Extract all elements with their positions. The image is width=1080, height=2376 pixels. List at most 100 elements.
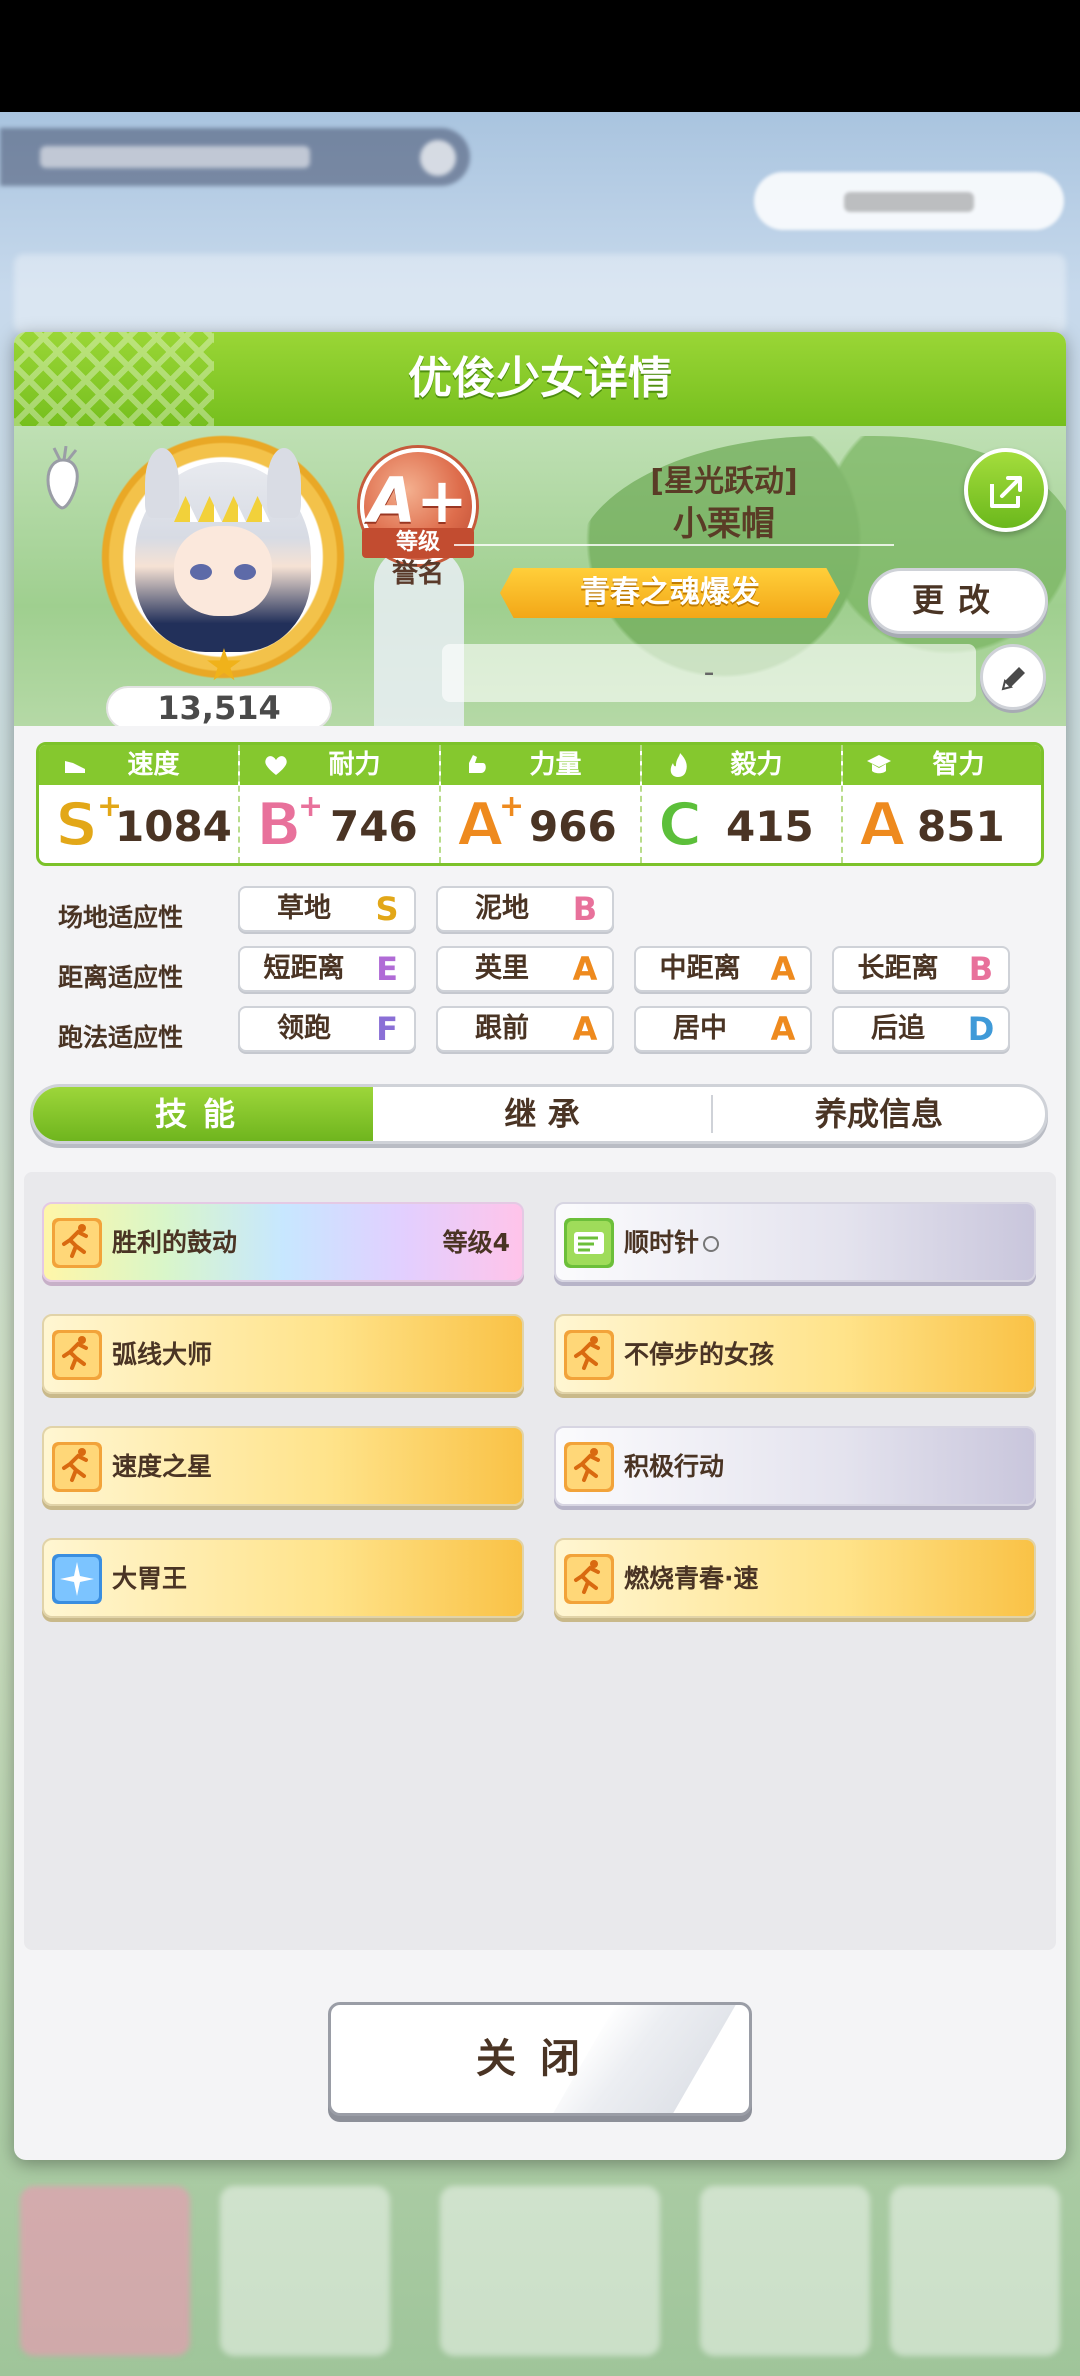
runner-skill-icon: [52, 1330, 102, 1380]
skill-name: 顺时针: [624, 1204, 720, 1282]
aptitude-grade: B: [968, 950, 994, 988]
skill-card[interactable]: 胜利的鼓动 等级4: [42, 1202, 524, 1282]
carrot-icon[interactable]: [40, 446, 86, 512]
pencil-icon: [1001, 667, 1025, 691]
style-aptitude-label: 跑法适应性: [58, 1023, 184, 1052]
runner-skill-icon: [564, 1442, 614, 1492]
share-icon: [990, 476, 1022, 508]
stat-guts: 毅力 C 415: [642, 745, 843, 863]
background-button: [754, 172, 1064, 230]
aptitude-late-surger: 居中 A: [634, 1006, 812, 1052]
stat-value: 851: [917, 802, 1005, 851]
aptitude-grade: A: [572, 1010, 598, 1048]
skill-name: 积极行动: [624, 1452, 725, 1481]
aptitude-turf: 草地 S: [238, 886, 416, 932]
character-name: 小栗帽: [673, 504, 775, 544]
profile-hero: ★ 13,514 A+ 等级 誉名 [星光跃动] 小栗帽 青春之魂爆发 更改 -: [14, 426, 1066, 726]
costume-title: [星光跃动]: [650, 464, 798, 499]
epithet-banner: 青春之魂爆发: [500, 568, 840, 618]
tab-training-info[interactable]: 养成信息: [713, 1087, 1045, 1141]
runner-skill-icon: [564, 1330, 614, 1380]
circle-icon: [703, 1236, 720, 1252]
stat-value: 746: [330, 802, 418, 851]
aptitude-pace-chaser: 跟前 A: [436, 1006, 614, 1052]
stat-label: 耐力: [328, 750, 381, 780]
skill-name: 燃烧青春·速: [624, 1564, 759, 1593]
runner-skill-icon: [564, 1554, 614, 1604]
aptitude-name: 领跑: [277, 1013, 331, 1044]
skill-card[interactable]: 弧线大师: [42, 1314, 524, 1394]
background-bottom-menu: [0, 2150, 1080, 2376]
aptitude-grade: B: [572, 890, 598, 928]
skill-card[interactable]: 积极行动: [554, 1426, 1036, 1506]
skill-card[interactable]: 大胃王: [42, 1538, 524, 1618]
skill-name: 速度之星: [112, 1452, 213, 1481]
skill-card[interactable]: 燃烧青春·速: [554, 1538, 1036, 1618]
aptitude-name: 短距离: [263, 953, 345, 984]
aptitude-end-closer: 后追 D: [832, 1006, 1010, 1052]
distance-aptitude-label: 距离适应性: [58, 963, 184, 992]
stat-label: 毅力: [730, 750, 783, 780]
status-bar: [0, 0, 1080, 112]
aptitude-grade: A: [572, 950, 598, 988]
skill-card[interactable]: 速度之星: [42, 1426, 524, 1506]
aptitude-name: 长距离: [857, 953, 939, 984]
turn-skill-icon: [564, 1218, 614, 1268]
runner-skill-icon: [52, 1442, 102, 1492]
stat-label: 智力: [932, 750, 985, 780]
aptitude-grade: A: [770, 1010, 796, 1048]
stat-speed: 速度 S + 1084: [39, 745, 240, 863]
right-eye: [234, 564, 256, 580]
evaluation-score: 13,514: [106, 686, 332, 726]
stat-grade: C: [657, 790, 703, 860]
aptitude-name: 后追: [871, 1013, 925, 1044]
change-button[interactable]: 更改: [868, 568, 1048, 634]
stat-power: 力量 A + 966: [441, 745, 642, 863]
skill-level: 等级4: [442, 1228, 510, 1257]
stats-table: 速度 S + 1084 耐力 B + 746 力量 A + 966 毅力 C 4…: [36, 742, 1044, 866]
background-message-pill: [0, 128, 470, 186]
panel-title: 优俊少女详情: [408, 353, 672, 404]
comment-field: -: [442, 644, 976, 702]
star-icon: ★: [204, 640, 244, 691]
aptitude-mile: 英里 A: [436, 946, 614, 992]
stat-grade-plus: +: [499, 789, 525, 824]
rank-grade: A+: [368, 464, 468, 537]
runner-skill-icon: [52, 1218, 102, 1268]
skill-card[interactable]: 不停步的女孩: [554, 1314, 1036, 1394]
skill-name: 胜利的鼓动: [112, 1228, 238, 1257]
character-detail-panel: 优俊少女详情 ★ 13,514 A+ 等级 誉名 [星光跃动] 小栗帽 青春之魂…: [14, 332, 1066, 2160]
aptitude-name: 泥地: [475, 893, 529, 924]
aptitude-name: 居中: [673, 1013, 727, 1044]
rank-subtitle: 誉名: [391, 559, 444, 589]
tab-inheritance[interactable]: 继 承: [373, 1087, 711, 1141]
skills-list: 胜利的鼓动 等级4 顺时针 弧线大师 不停步的女孩 速度之星 积极行动 大胃王: [24, 1172, 1056, 1950]
aptitude-grade: D: [967, 1010, 995, 1048]
aptitude-dirt: 泥地 B: [436, 886, 614, 932]
panel-header: 优俊少女详情: [14, 332, 1066, 426]
aptitude-long: 长距离 B: [832, 946, 1010, 992]
edit-comment-button[interactable]: [980, 644, 1046, 710]
stat-wisdom: 智力 A 851: [843, 745, 1041, 863]
background-character-strip: [14, 254, 1066, 334]
skill-name: 大胃王: [112, 1564, 188, 1593]
aptitude-name: 跟前: [475, 1013, 529, 1044]
aptitude-sprint: 短距离 E: [238, 946, 416, 992]
stat-label: 力量: [529, 750, 582, 780]
aptitude-name: 中距离: [659, 953, 741, 984]
stat-grade: A: [858, 790, 906, 860]
share-button[interactable]: [964, 448, 1048, 532]
rank-ribbon: 等级: [362, 528, 474, 558]
stat-label: 速度: [127, 750, 180, 780]
tab-skills[interactable]: 技能: [33, 1087, 373, 1141]
left-eye: [190, 564, 212, 580]
aptitude-medium: 中距离 A: [634, 946, 812, 992]
aptitude-grade: E: [376, 950, 398, 988]
stat-value: 966: [529, 802, 617, 851]
aptitude-grade: F: [376, 1010, 398, 1048]
divider: [454, 544, 894, 546]
skill-name: 不停步的女孩: [624, 1340, 775, 1369]
close-button[interactable]: 关闭: [328, 2002, 752, 2116]
aptitude-grade: A: [770, 950, 796, 988]
skill-card[interactable]: 顺时针: [554, 1202, 1036, 1282]
